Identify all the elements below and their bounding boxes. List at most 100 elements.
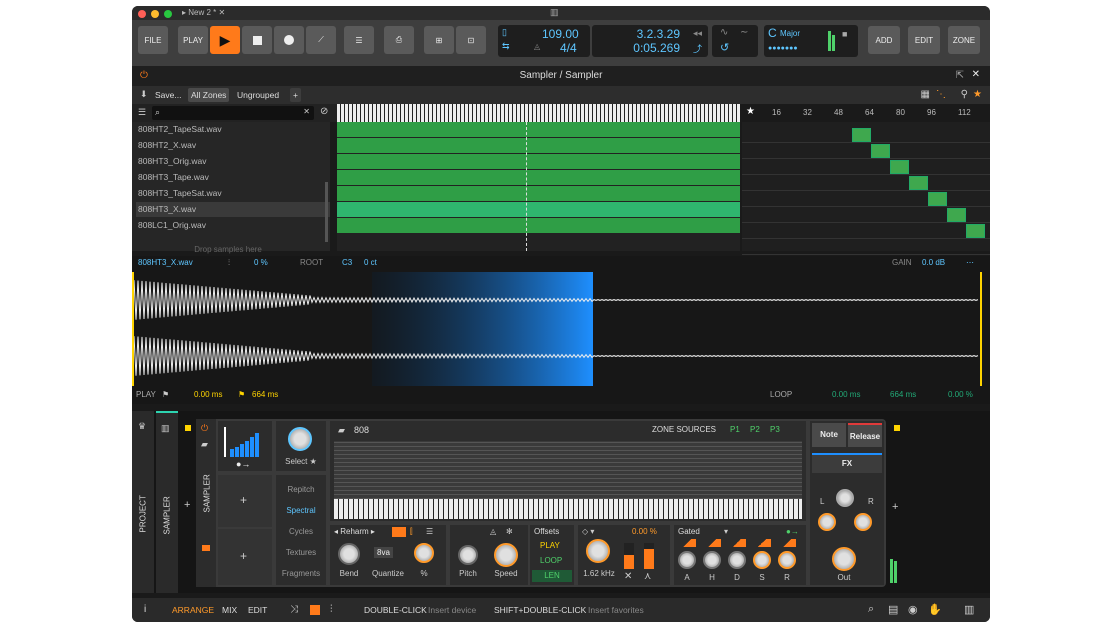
play-end[interactable]: 664 ms xyxy=(252,390,278,399)
zone-bar[interactable] xyxy=(337,218,740,233)
zoom-window-button[interactable] xyxy=(164,10,172,18)
play-start[interactable]: 0.00 ms xyxy=(194,390,222,399)
envelope-h-knob[interactable] xyxy=(703,551,721,569)
file-button[interactable]: FILE xyxy=(138,26,168,54)
velocity-zone[interactable] xyxy=(947,208,966,222)
reharm-label[interactable]: ◂ Reharm ▸ xyxy=(334,527,375,536)
file-icon[interactable]: ▤ xyxy=(888,603,898,616)
source-p1[interactable]: P1 xyxy=(730,425,740,434)
key-scale[interactable]: Major xyxy=(780,29,800,38)
freeze-icon[interactable]: ✻ xyxy=(506,527,513,536)
gain-value[interactable]: 0.0 dB xyxy=(922,258,945,267)
loop-start[interactable]: 0.00 ms xyxy=(832,390,860,399)
velocity-zone[interactable] xyxy=(871,144,890,158)
punch-icon[interactable]: ◂◂ xyxy=(693,28,702,39)
out-knob[interactable] xyxy=(832,547,856,571)
keyboard-icon[interactable]: ▥ xyxy=(964,603,974,616)
envelope-mode[interactable]: Gated xyxy=(678,527,700,536)
all-zones-tab[interactable]: All Zones xyxy=(188,88,230,102)
envelope-a-knob[interactable] xyxy=(678,551,696,569)
add-group-button[interactable]: + xyxy=(290,88,301,102)
automation-button[interactable]: ⟋ xyxy=(306,26,336,54)
favorite-icon[interactable]: ★ xyxy=(973,89,982,100)
mixer-icon[interactable]: ⫶ xyxy=(330,604,333,615)
reharm-mode-3[interactable]: ☰ xyxy=(426,527,433,536)
time-position[interactable]: 0:05.269 xyxy=(633,41,680,55)
pin-icon[interactable]: ⚲ xyxy=(961,89,968,100)
fx-knob-1[interactable] xyxy=(818,513,836,531)
sampler-track-tab[interactable]: ▥ SAMPLER xyxy=(156,411,178,593)
sample-list-item[interactable]: 808HT2_TapeSat.wav xyxy=(136,122,330,137)
zone-bar[interactable] xyxy=(337,154,740,169)
velocity-map[interactable]: ★ 16 32 48 64 80 96 112 xyxy=(742,104,990,255)
envelope-dropdown-icon[interactable]: ▾ xyxy=(724,527,728,536)
filter-slider-1[interactable] xyxy=(624,543,634,569)
groove-icon[interactable]: ∿ xyxy=(720,27,728,38)
velocity-zone[interactable] xyxy=(966,224,985,238)
arrange-tab[interactable]: ARRANGE xyxy=(172,605,214,615)
velocity-zone[interactable] xyxy=(928,192,947,206)
zone-button[interactable]: ZONE xyxy=(948,26,980,54)
filter-slider-2[interactable] xyxy=(644,543,654,569)
zone-grid[interactable] xyxy=(337,122,740,251)
sample-list-item[interactable]: 808HT3_Orig.wav xyxy=(136,154,330,169)
beat-position[interactable]: 3.2.3.29 xyxy=(637,27,680,41)
library-icon[interactable]: ◉ xyxy=(908,603,918,616)
add-device-right[interactable]: + xyxy=(892,501,898,513)
play-menu-button[interactable]: PLAY xyxy=(178,26,208,54)
waveform-display[interactable] xyxy=(132,272,990,386)
pct-knob[interactable] xyxy=(414,543,434,563)
metronome-icon[interactable]: ▯ xyxy=(502,27,507,38)
zone-bar[interactable] xyxy=(337,186,740,201)
info-icon[interactable]: i xyxy=(144,604,146,615)
fx-knob-2[interactable] xyxy=(854,513,872,531)
fx-button[interactable]: FX xyxy=(812,453,882,473)
fill-icon[interactable]: ∼ xyxy=(740,27,748,38)
folder-icon[interactable]: ▰ xyxy=(338,425,345,436)
filter-tilt-icon[interactable]: ⋏ xyxy=(644,571,651,582)
device-keyboard[interactable] xyxy=(334,499,802,519)
device-view-icon[interactable] xyxy=(310,605,320,615)
time-signature[interactable]: 4/4 xyxy=(560,41,577,55)
close-icon[interactable]: ✕ xyxy=(972,69,980,80)
pitch-knob[interactable] xyxy=(458,545,478,565)
release-button[interactable]: Release xyxy=(848,423,882,447)
velocity-zone[interactable] xyxy=(890,160,909,174)
tempo-tap-icon[interactable]: ⇆ xyxy=(502,41,510,52)
root-note[interactable]: C3 xyxy=(342,258,352,267)
metronome-sync-icon[interactable]: ◬ xyxy=(490,527,496,536)
velocity-zone[interactable] xyxy=(909,176,928,190)
quantize-select[interactable]: 8va xyxy=(374,547,393,558)
loop-label[interactable]: LOOP xyxy=(770,390,792,399)
close-window-button[interactable] xyxy=(138,10,146,18)
offset-play[interactable]: PLAY xyxy=(540,541,560,550)
print-button[interactable]: ⎙ xyxy=(384,26,414,54)
select-knob[interactable] xyxy=(288,427,312,451)
envelope-r-knob[interactable] xyxy=(778,551,796,569)
playback-mode-cycles[interactable]: Cycles xyxy=(276,527,326,536)
play-button[interactable]: ▶ xyxy=(210,26,240,54)
playback-mode-textures[interactable]: Textures xyxy=(276,548,326,557)
root-cents[interactable]: 0 ct xyxy=(364,258,377,267)
filter-icon[interactable]: ⊘ xyxy=(320,106,328,117)
note-button[interactable]: Note xyxy=(812,423,846,447)
clear-search-icon[interactable]: ✕ xyxy=(303,107,310,116)
minimize-window-button[interactable] xyxy=(151,10,159,18)
cutoff-knob[interactable] xyxy=(586,539,610,563)
tempo-display[interactable]: ▯ ⇆ 109.00 ◬ 4/4 xyxy=(498,25,590,57)
sample-list-item[interactable]: 808HT2_X.wav xyxy=(136,138,330,153)
document-tab[interactable]: ▸ New 2 * ✕ xyxy=(182,8,225,17)
follow-icon[interactable]: ⤴ xyxy=(693,42,702,55)
device-power-icon[interactable]: ⏻ xyxy=(201,423,208,434)
loop-end[interactable]: 664 ms xyxy=(890,390,916,399)
add-device-left[interactable]: + xyxy=(184,499,190,511)
sample-list-item[interactable]: 808HT3_X.wav xyxy=(136,202,330,217)
sample-list-item[interactable]: 808HT3_Tape.wav xyxy=(136,170,330,185)
waveform-editor[interactable]: 808HT3_X.wav ⫶ 0 % ROOT C3 0 ct GAIN 0.0… xyxy=(132,256,990,404)
zone-bar[interactable] xyxy=(337,138,740,153)
velocity-curve[interactable]: ●→ xyxy=(218,421,272,471)
position-display[interactable]: 3.2.3.29 0:05.269 ◂◂ ⤴ xyxy=(592,25,708,57)
zone-bar[interactable] xyxy=(337,170,740,185)
sort-icon[interactable]: ☰ xyxy=(138,107,146,118)
sample-list-item[interactable]: 808LC1_Orig.wav xyxy=(136,218,330,233)
